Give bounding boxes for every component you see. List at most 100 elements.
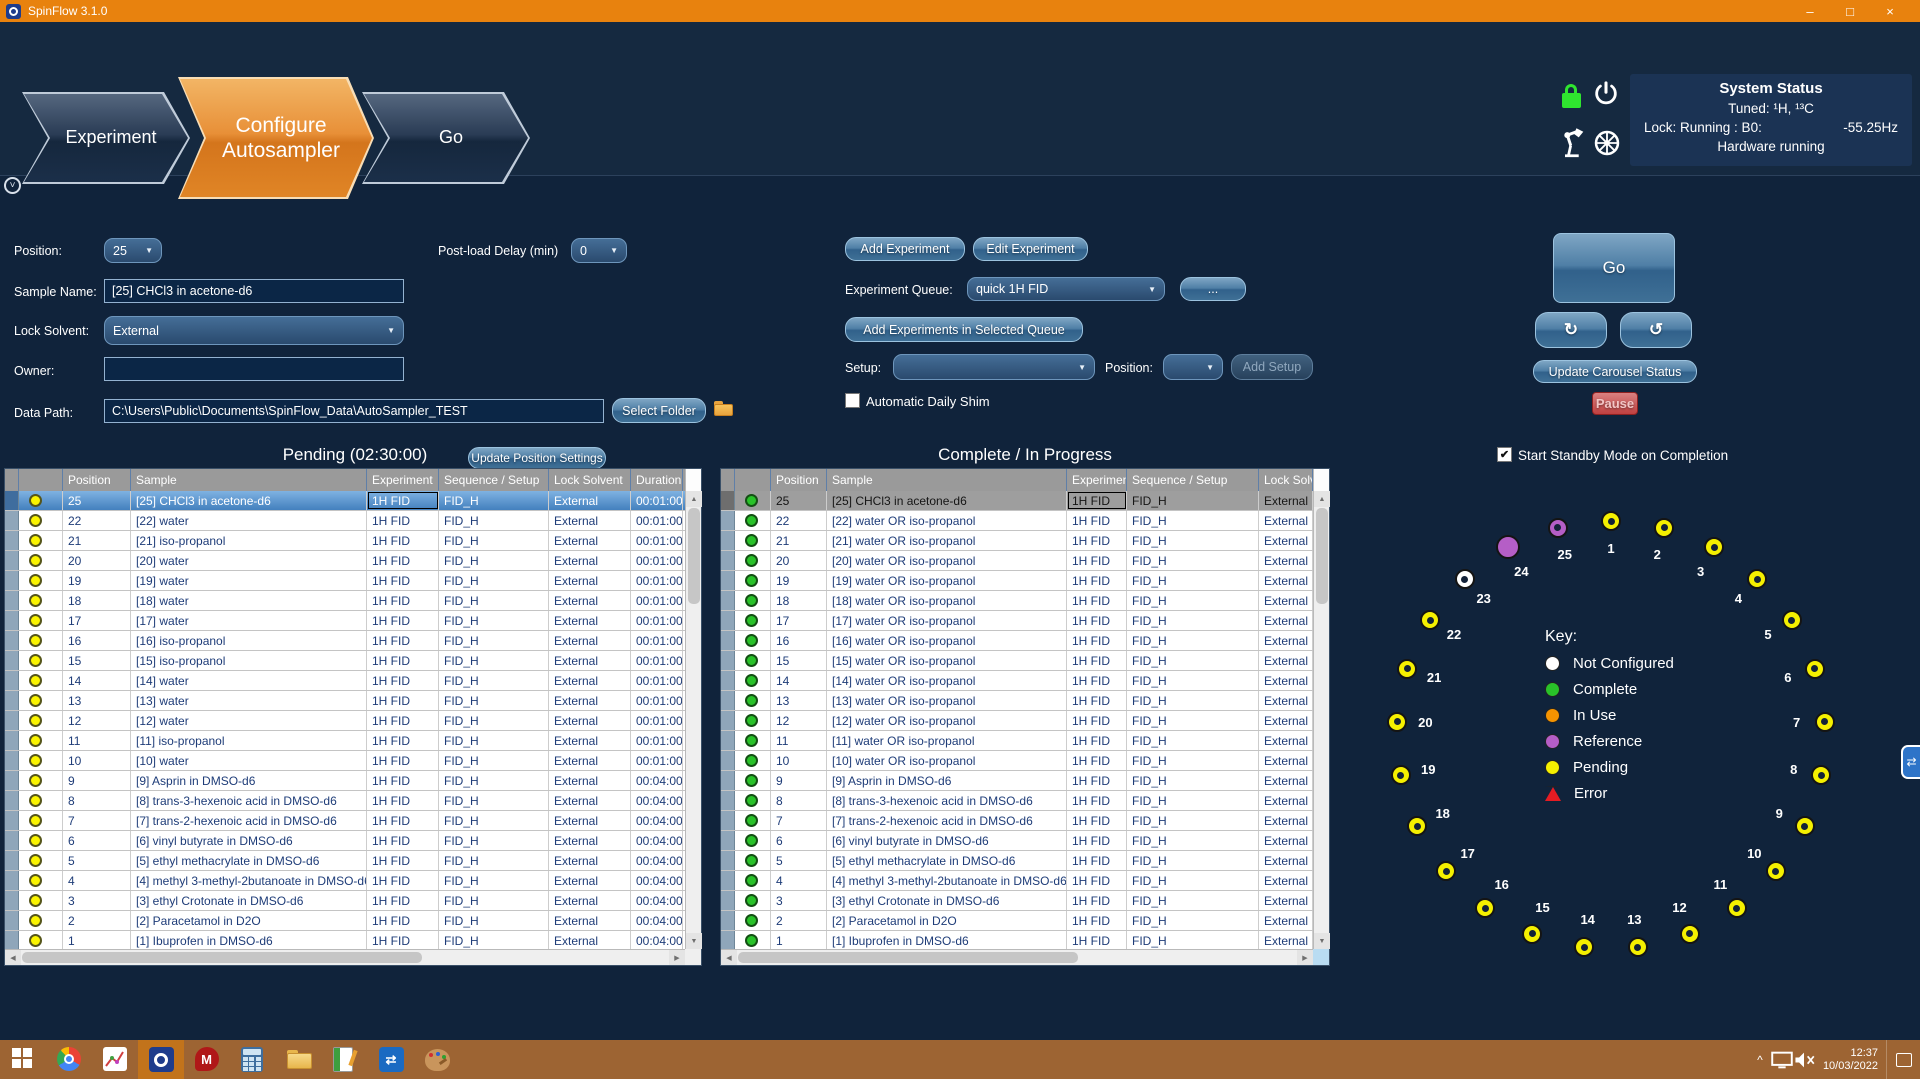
carousel-position-dot[interactable]	[1496, 535, 1520, 559]
scroll-down-arrow[interactable]: ▼	[1314, 933, 1330, 949]
rotate-clockwise-button[interactable]: ↻	[1535, 312, 1607, 348]
taskbar-app-paint[interactable]	[414, 1040, 460, 1079]
table-row[interactable]: 22[22] water1H FIDFID_HExternal00:01:00	[5, 511, 685, 531]
nav-step-go[interactable]: Go	[362, 92, 530, 184]
position-dropdown[interactable]: 25▼	[104, 238, 162, 263]
column-header[interactable]: Position	[63, 469, 131, 491]
table-row[interactable]: 9[9] Asprin in DMSO-d61H FIDFID_HExterna…	[5, 771, 685, 791]
carousel-position-dot[interactable]	[1628, 937, 1648, 957]
column-header[interactable]: Position	[771, 469, 827, 491]
carousel-position-dot[interactable]	[1805, 659, 1825, 679]
carousel-position-dot[interactable]	[1387, 712, 1407, 732]
vertical-scrollbar[interactable]: ▲▼	[685, 491, 701, 949]
table-row[interactable]: 19[19] water OR iso-propanol1H FIDFID_HE…	[721, 571, 1313, 591]
table-row[interactable]: 25[25] CHCl3 in acetone-d61H FIDFID_HExt…	[5, 491, 685, 511]
table-row[interactable]: 20[20] water1H FIDFID_HExternal00:01:00	[5, 551, 685, 571]
tray-volume-muted-icon[interactable]	[1793, 1045, 1815, 1075]
table-row[interactable]: 12[12] water OR iso-propanol1H FIDFID_HE…	[721, 711, 1313, 731]
taskbar-app-spinflow[interactable]	[138, 1040, 184, 1079]
pause-button[interactable]: Pause	[1592, 392, 1638, 415]
column-header[interactable]: Sample	[827, 469, 1067, 491]
carousel-position-dot[interactable]	[1574, 937, 1594, 957]
table-row[interactable]: 12[12] water1H FIDFID_HExternal00:01:00	[5, 711, 685, 731]
edit-experiment-button[interactable]: Edit Experiment	[973, 237, 1088, 261]
carousel-position-dot[interactable]	[1601, 511, 1621, 531]
scroll-right-arrow[interactable]: ▶	[669, 950, 685, 965]
update-position-settings-button[interactable]: Update Position Settings	[468, 447, 606, 469]
go-button[interactable]: Go	[1553, 233, 1675, 303]
notification-center-icon[interactable]	[1886, 1040, 1920, 1079]
table-row[interactable]: 18[18] water1H FIDFID_HExternal00:01:00	[5, 591, 685, 611]
table-row[interactable]: 15[15] iso-propanol1H FIDFID_HExternal00…	[5, 651, 685, 671]
edge-flyout-button[interactable]: ⇄	[1901, 745, 1920, 779]
carousel-position-dot[interactable]	[1475, 898, 1495, 918]
table-row[interactable]: 18[18] water OR iso-propanol1H FIDFID_HE…	[721, 591, 1313, 611]
table-row[interactable]: 19[19] water1H FIDFID_HExternal00:01:00	[5, 571, 685, 591]
column-header[interactable]: Sequence / Setup	[1127, 469, 1259, 491]
add-experiment-button[interactable]: Add Experiment	[845, 237, 965, 261]
table-row[interactable]: 10[10] water OR iso-propanol1H FIDFID_HE…	[721, 751, 1313, 771]
column-header[interactable]: Duration	[631, 469, 683, 491]
postload-delay-dropdown[interactable]: 0▼	[571, 238, 627, 263]
setup-dropdown[interactable]: ▼	[893, 354, 1095, 380]
queue-more-button[interactable]: ...	[1180, 277, 1246, 301]
add-setup-button[interactable]: Add Setup	[1231, 354, 1313, 380]
carousel-position-dot[interactable]	[1407, 816, 1427, 836]
table-row[interactable]: 7[7] trans-2-hexenoic acid in DMSO-d61H …	[5, 811, 685, 831]
taskbar-app-chrome[interactable]	[46, 1040, 92, 1079]
nav-step-configure-autosampler[interactable]: Configure Autosampler	[178, 77, 374, 199]
standby-mode-checkbox[interactable]: ✔	[1497, 447, 1512, 462]
scroll-down-arrow[interactable]: ▼	[686, 933, 702, 949]
scroll-right-arrow[interactable]: ▶	[1297, 950, 1313, 965]
table-row[interactable]: 25[25] CHCl3 in acetone-d61H FIDFID_HExt…	[721, 491, 1313, 511]
scroll-thumb[interactable]	[688, 508, 700, 604]
lock-solvent-dropdown[interactable]: External▼	[104, 316, 404, 345]
table-row[interactable]: 2[2] Paracetamol in D2O1H FIDFID_HExtern…	[5, 911, 685, 931]
tray-display-icon[interactable]	[1771, 1045, 1793, 1075]
minimize-button[interactable]: –	[1790, 0, 1830, 22]
scroll-left-arrow[interactable]: ◀	[5, 950, 21, 965]
carousel-position-dot[interactable]	[1766, 861, 1786, 881]
table-row[interactable]: 9[9] Asprin in DMSO-d61H FIDFID_HExterna…	[721, 771, 1313, 791]
collapse-header-button[interactable]: ˅	[4, 177, 21, 194]
column-header[interactable]: Sample	[131, 469, 367, 491]
carousel-position-dot[interactable]	[1455, 569, 1475, 589]
sample-name-input[interactable]: [25] CHCl3 in acetone-d6	[104, 279, 404, 303]
data-path-input[interactable]: C:\Users\Public\Documents\SpinFlow_Data\…	[104, 399, 604, 423]
automatic-daily-shim-checkbox[interactable]	[845, 393, 860, 408]
table-row[interactable]: 2[2] Paracetamol in D2O1H FIDFID_HExtern…	[721, 911, 1313, 931]
owner-input[interactable]	[104, 357, 404, 381]
table-row[interactable]: 8[8] trans-3-hexenoic acid in DMSO-d61H …	[5, 791, 685, 811]
table-row[interactable]: 20[20] water OR iso-propanol1H FIDFID_HE…	[721, 551, 1313, 571]
add-experiments-in-queue-button[interactable]: Add Experiments in Selected Queue	[845, 317, 1083, 342]
table-row[interactable]: 22[22] water OR iso-propanol1H FIDFID_HE…	[721, 511, 1313, 531]
table-row[interactable]: 4[4] methyl 3-methyl-2butanoate in DMSO-…	[5, 871, 685, 891]
taskbar-app-teamviewer[interactable]: ⇄	[368, 1040, 414, 1079]
carousel-position-dot[interactable]	[1397, 659, 1417, 679]
horizontal-scrollbar[interactable]: ◀▶	[721, 949, 1313, 965]
table-row[interactable]: 6[6] vinyl butyrate in DMSO-d61H FIDFID_…	[721, 831, 1313, 851]
column-header[interactable]: Experiment	[367, 469, 439, 491]
carousel-position-dot[interactable]	[1704, 537, 1724, 557]
taskbar-app-mnova[interactable]: M	[184, 1040, 230, 1079]
carousel-position-dot[interactable]	[1420, 610, 1440, 630]
table-row[interactable]: 21[21] water OR iso-propanol1H FIDFID_HE…	[721, 531, 1313, 551]
carousel-position-dot[interactable]	[1782, 610, 1802, 630]
column-header[interactable]: Lock Solvent	[1259, 469, 1313, 491]
table-row[interactable]: 3[3] ethyl Crotonate in DMSO-d61H FIDFID…	[721, 891, 1313, 911]
vertical-scrollbar[interactable]: ▲▼	[1313, 491, 1329, 949]
table-row[interactable]: 1[1] Ibuprofen in DMSO-d61H FIDFID_HExte…	[721, 931, 1313, 949]
table-row[interactable]: 13[13] water OR iso-propanol1H FIDFID_HE…	[721, 691, 1313, 711]
table-row[interactable]: 16[16] water OR iso-propanol1H FIDFID_HE…	[721, 631, 1313, 651]
carousel-position-dot[interactable]	[1436, 861, 1456, 881]
table-row[interactable]: 16[16] iso-propanol1H FIDFID_HExternal00…	[5, 631, 685, 651]
table-row[interactable]: 7[7] trans-2-hexenoic acid in DMSO-d61H …	[721, 811, 1313, 831]
experiment-queue-dropdown[interactable]: quick 1H FID▼	[967, 277, 1165, 301]
table-row[interactable]: 5[5] ethyl methacrylate in DMSO-d61H FID…	[721, 851, 1313, 871]
carousel-position-dot[interactable]	[1795, 816, 1815, 836]
horizontal-scrollbar[interactable]: ◀▶	[5, 949, 685, 965]
carousel-position-dot[interactable]	[1654, 518, 1674, 538]
column-header[interactable]: Sequence / Setup	[439, 469, 549, 491]
taskbar-app-calculator[interactable]	[230, 1040, 276, 1079]
folder-icon[interactable]	[714, 401, 733, 416]
